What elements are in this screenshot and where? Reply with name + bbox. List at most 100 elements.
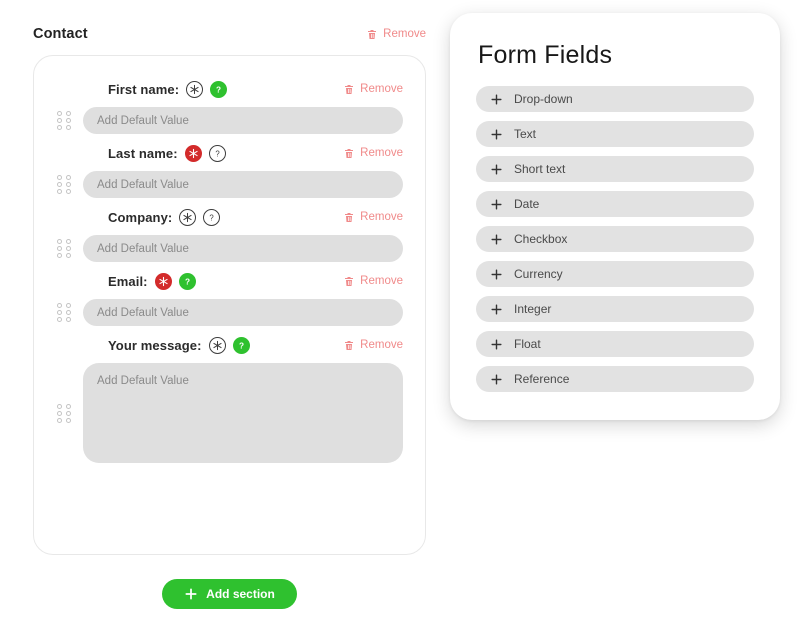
palette-item-checkbox[interactable]: Checkbox: [476, 226, 754, 252]
field-remove-button[interactable]: Remove: [343, 275, 403, 288]
question-icon: ?: [239, 341, 244, 350]
field-body: Add Default Value: [56, 235, 403, 262]
palette-item-label: Drop-down: [514, 92, 573, 106]
plus-icon: [491, 373, 502, 385]
required-toggle-badge[interactable]: [208, 336, 226, 354]
field-body: Add Default Value: [56, 171, 403, 198]
field-remove-button[interactable]: Remove: [343, 339, 403, 352]
question-icon: ?: [216, 85, 221, 94]
field-remove-label: Remove: [360, 275, 403, 287]
palette-item-short-text[interactable]: Short text: [476, 156, 754, 182]
field-row: Last name: ? Remove Add Default Value: [56, 142, 403, 198]
palette-item-reference[interactable]: Reference: [476, 366, 754, 392]
palette-item-integer[interactable]: Integer: [476, 296, 754, 322]
help-toggle-badge[interactable]: ?: [232, 336, 250, 354]
plus-icon: [491, 268, 502, 280]
default-value-textarea[interactable]: Add Default Value: [83, 363, 403, 463]
svg-text:?: ?: [239, 341, 244, 350]
help-toggle-badge[interactable]: ?: [208, 144, 226, 162]
field-remove-button[interactable]: Remove: [343, 147, 403, 160]
field-body: Add Default Value: [56, 107, 403, 134]
field-remove-button[interactable]: Remove: [343, 211, 403, 224]
field-label-group: Email: ?: [108, 272, 196, 290]
field-label-group: Company: ?: [108, 208, 221, 226]
field-body: Add Default Value: [56, 299, 403, 326]
asterisk-icon: [159, 276, 168, 286]
field-label: Email:: [108, 273, 148, 289]
palette-item-float[interactable]: Float: [476, 331, 754, 357]
field-remove-label: Remove: [360, 339, 403, 351]
field-remove-button[interactable]: Remove: [343, 83, 403, 96]
help-toggle-badge[interactable]: ?: [210, 80, 228, 98]
trash-icon: [368, 29, 377, 39]
form-builder-screen: Contact Remove First name: ? Remove Add …: [0, 0, 800, 617]
drag-handle-icon[interactable]: [56, 403, 71, 423]
palette-item-label: Date: [514, 197, 540, 211]
svg-text:?: ?: [210, 213, 215, 222]
trash-icon: [345, 276, 354, 286]
drag-handle-icon[interactable]: [56, 111, 71, 130]
field-header: First name: ? Remove: [56, 78, 403, 100]
default-value-input[interactable]: Add Default Value: [83, 299, 403, 326]
default-value-input[interactable]: Add Default Value: [83, 107, 403, 134]
field-row: Your message: ? Remove Add Default Value: [56, 334, 403, 463]
field-remove-label: Remove: [360, 147, 403, 159]
required-toggle-badge[interactable]: [154, 272, 172, 290]
field-header: Company: ? Remove: [56, 206, 403, 228]
question-icon: ?: [210, 213, 215, 222]
required-toggle-badge[interactable]: [186, 80, 204, 98]
add-section-button[interactable]: Add section: [162, 579, 297, 609]
field-header: Last name: ? Remove: [56, 142, 403, 164]
plus-icon: [491, 233, 502, 245]
field-label-group: First name: ?: [108, 80, 228, 98]
form-fields-panel: Form Fields Drop-down Text Short text Da…: [450, 13, 780, 420]
drag-handle-icon[interactable]: [56, 239, 71, 258]
palette-item-date[interactable]: Date: [476, 191, 754, 217]
palette-item-currency[interactable]: Currency: [476, 261, 754, 287]
form-builder-column: Contact Remove First name: ? Remove Add …: [0, 0, 450, 617]
field-remove-label: Remove: [360, 211, 403, 223]
field-row: Email: ? Remove Add Default Value: [56, 270, 403, 326]
svg-text:?: ?: [215, 149, 220, 158]
question-icon: ?: [185, 277, 190, 286]
palette-item-label: Integer: [514, 302, 552, 316]
trash-icon: [345, 340, 354, 350]
palette-item-label: Reference: [514, 372, 570, 386]
trash-icon: [345, 212, 354, 222]
field-row: First name: ? Remove Add Default Value: [56, 78, 403, 134]
add-section-label: Add section: [206, 587, 275, 601]
default-value-input[interactable]: Add Default Value: [83, 235, 403, 262]
palette-item-text[interactable]: Text: [476, 121, 754, 147]
plus-icon: [491, 163, 502, 175]
palette-item-label: Checkbox: [514, 232, 568, 246]
required-toggle-badge[interactable]: [179, 208, 197, 226]
section-card: First name: ? Remove Add Default Value L…: [33, 55, 426, 555]
section-title: Contact: [33, 26, 88, 42]
palette-item-drop-down[interactable]: Drop-down: [476, 86, 754, 112]
field-remove-label: Remove: [360, 83, 403, 95]
help-toggle-badge[interactable]: ?: [178, 272, 196, 290]
plus-icon: [491, 338, 502, 350]
trash-icon: [345, 84, 354, 94]
add-section-bar: Add section: [33, 579, 426, 609]
field-header: Email: ? Remove: [56, 270, 403, 292]
svg-text:?: ?: [185, 277, 190, 286]
field-label: Last name:: [108, 145, 178, 161]
trash-icon: [345, 148, 354, 158]
help-toggle-badge[interactable]: ?: [203, 208, 221, 226]
palette-title: Form Fields: [478, 41, 613, 69]
plus-icon: [491, 128, 502, 140]
asterisk-icon: [189, 148, 198, 158]
drag-handle-icon[interactable]: [56, 175, 71, 194]
section-header: Contact Remove: [33, 26, 426, 42]
asterisk-icon: [183, 212, 192, 222]
drag-handle-icon[interactable]: [56, 303, 71, 322]
palette-item-label: Text: [514, 127, 537, 141]
palette-item-label: Currency: [514, 267, 563, 281]
section-remove-button[interactable]: Remove: [366, 28, 426, 41]
required-toggle-badge[interactable]: [184, 144, 202, 162]
field-row: Company: ? Remove Add Default Value: [56, 206, 403, 262]
palette-item-label: Float: [514, 337, 541, 351]
default-value-input[interactable]: Add Default Value: [83, 171, 403, 198]
asterisk-icon: [190, 84, 199, 94]
